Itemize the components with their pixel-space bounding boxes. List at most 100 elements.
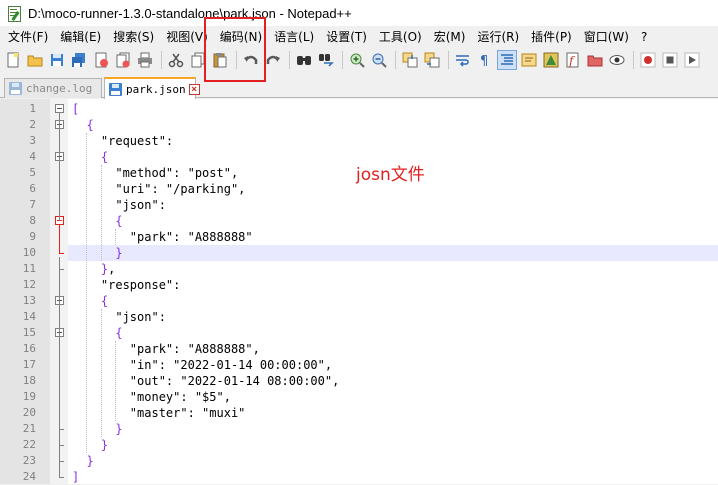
title-bar: D:\moco-runner-1.3.0-standalone\park.jso… — [0, 0, 718, 26]
indent-guide-icon[interactable] — [497, 50, 517, 70]
line-number: 10 — [22, 246, 36, 259]
indent-guide-line — [86, 133, 88, 453]
code-line: "in": "2022-01-14 00:00:00", — [72, 358, 333, 372]
fold-line — [59, 225, 60, 253]
new-file-icon[interactable] — [4, 51, 22, 69]
folder-workspace-icon[interactable] — [586, 51, 604, 69]
code-line: { — [115, 214, 123, 228]
replace-icon[interactable] — [317, 51, 335, 69]
line-number: 15 — [22, 326, 36, 339]
code-line: } — [115, 422, 123, 436]
fold-toggle-icon[interactable] — [55, 104, 64, 113]
menu-bar: 文件(F) 编辑(E) 搜索(S) 视图(V) 编码(N) 语言(L) 设置(T… — [0, 27, 718, 47]
toolbar-separator — [161, 51, 162, 69]
menu-search[interactable]: 搜索(S) — [108, 27, 159, 47]
paste-icon[interactable] — [211, 51, 229, 69]
code-line: "master": "muxi" — [72, 406, 246, 420]
code-line: "money": "$5", — [72, 390, 231, 404]
line-number: 16 — [22, 342, 36, 355]
stop-macro-icon[interactable] — [661, 51, 679, 69]
show-all-chars-icon[interactable]: ¶ — [476, 51, 494, 69]
menu-help[interactable]: ? — [636, 27, 652, 47]
save-icon[interactable] — [48, 51, 66, 69]
toolbar-separator — [342, 51, 343, 69]
open-file-icon[interactable] — [26, 51, 44, 69]
line-number: 13 — [22, 294, 36, 307]
tab-change-log[interactable]: change.log — [4, 78, 102, 98]
toolbar-separator — [633, 51, 634, 69]
tab-close-icon[interactable]: × — [188, 83, 200, 95]
line-number: 9 — [29, 230, 36, 243]
indent-guide-line — [115, 229, 117, 245]
indent-guide-line — [100, 309, 102, 437]
fold-end-marker — [59, 269, 64, 270]
code-line: "uri": "/parking", — [72, 182, 246, 196]
code-line: } — [115, 246, 123, 260]
record-macro-icon[interactable] — [639, 51, 657, 69]
close-all-icon[interactable] — [114, 51, 132, 69]
zoom-in-icon[interactable] — [348, 51, 366, 69]
line-number: 20 — [22, 406, 36, 419]
editor-area[interactable]: 1[2 {3 "request": 4 {5 "method": "post", 6… — [0, 99, 718, 484]
cut-icon[interactable] — [167, 51, 185, 69]
find-icon[interactable] — [295, 51, 313, 69]
line-number: 12 — [22, 278, 36, 291]
menu-edit[interactable]: 编辑(E) — [55, 27, 106, 47]
code-line: { — [86, 118, 94, 132]
menu-file[interactable]: 文件(F) — [0, 27, 53, 47]
menu-view[interactable]: 视图(V) — [161, 27, 213, 47]
monitor-icon[interactable] — [608, 51, 626, 69]
menu-macro[interactable]: 宏(M) — [429, 27, 471, 47]
menu-tools[interactable]: 工具(O) — [374, 27, 427, 47]
copy-icon[interactable] — [189, 51, 207, 69]
redo-icon[interactable] — [264, 51, 282, 69]
tab-label: change.log — [26, 82, 93, 95]
line-number: 24 — [22, 470, 36, 483]
notepad-plus-plus-app-icon — [6, 5, 22, 22]
menu-plugins[interactable]: 插件(P) — [526, 27, 577, 47]
code-line: { — [115, 326, 123, 340]
menu-settings[interactable]: 设置(T) — [321, 27, 372, 47]
word-wrap-icon[interactable] — [454, 51, 472, 69]
line-number: 3 — [29, 134, 36, 147]
line-number: 18 — [22, 374, 36, 387]
sync-horizontal-icon[interactable] — [423, 51, 441, 69]
toolbar-separator — [289, 51, 290, 69]
udl-icon[interactable] — [520, 51, 538, 69]
close-icon[interactable] — [92, 51, 110, 69]
code-line: [ — [72, 102, 80, 116]
line-number: 6 — [29, 182, 36, 195]
fold-end-marker — [59, 253, 64, 254]
code-line: "out": "2022-01-14 08:00:00", — [72, 374, 340, 388]
indent-guide-line — [100, 165, 102, 261]
menu-encoding[interactable]: 编码(N) — [215, 27, 267, 47]
code-line: { — [100, 294, 109, 308]
tab-park-json[interactable]: park.json × — [104, 77, 200, 99]
play-macro-icon[interactable] — [683, 51, 701, 69]
code-line: } — [86, 454, 94, 468]
code-line: ] — [72, 470, 80, 484]
print-icon[interactable] — [136, 51, 154, 69]
undo-icon[interactable] — [242, 51, 260, 69]
file-saved-icon — [9, 82, 22, 95]
window-title: D:\moco-runner-1.3.0-standalone\park.jso… — [28, 5, 352, 21]
doc-map-icon[interactable] — [542, 51, 560, 69]
line-number: 2 — [29, 118, 36, 131]
line-number: 11 — [22, 262, 36, 275]
toolbar-separator — [448, 51, 449, 69]
code-line: "response": — [72, 278, 181, 292]
menu-window[interactable]: 窗口(W) — [579, 27, 634, 47]
sync-vertical-icon[interactable] — [401, 51, 419, 69]
menu-run[interactable]: 运行(R) — [472, 27, 524, 47]
fold-end-marker — [59, 477, 64, 478]
line-number: 5 — [29, 166, 36, 179]
save-all-icon[interactable] — [70, 51, 88, 69]
annotation-label: josn文件 — [356, 165, 425, 185]
line-number: 19 — [22, 390, 36, 403]
function-list-icon[interactable]: f — [564, 51, 582, 69]
tab-label: park.json — [126, 82, 186, 96]
zoom-out-icon[interactable] — [370, 51, 388, 69]
menu-language[interactable]: 语言(L) — [269, 27, 319, 47]
fold-line — [59, 257, 60, 477]
line-number: 17 — [22, 358, 36, 371]
